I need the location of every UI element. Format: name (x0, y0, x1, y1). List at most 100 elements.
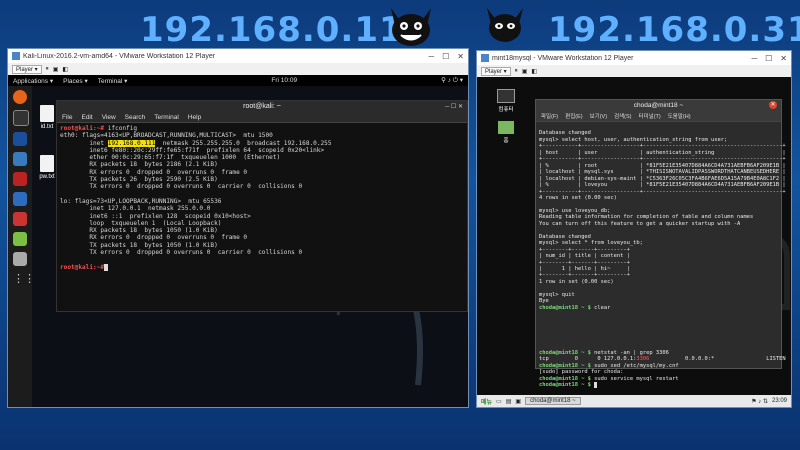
menu-file[interactable]: 파일(F) (541, 112, 558, 120)
files-icon[interactable]: ▤ (506, 398, 512, 405)
show-apps-icon[interactable]: ⋮⋮ (13, 272, 35, 286)
desktop-file-label: pw.txt (39, 174, 55, 180)
menu-view[interactable]: 보기(V) (590, 112, 607, 120)
terminal-line: eth0: flags=4163<UP,BROADCAST,RUNNING,MU… (60, 132, 273, 140)
menu-terminal[interactable]: Terminal (154, 114, 179, 121)
mint-taskbar: 메뉴 ▭ ▤ ▣ choda@mint18 ~ ⚑ ♪ ⇅ 23:09 (477, 395, 791, 407)
firefox-icon[interactable] (13, 90, 27, 104)
highlighted-ip: 192.168.0.111 (107, 139, 156, 147)
show-desktop-icon[interactable]: ▭ (496, 398, 502, 405)
minimize-icon[interactable]: ─ (751, 54, 757, 63)
mint-terminal-output[interactable]: Database changed mysql> select host, use… (536, 122, 786, 391)
taskbar-clock[interactable]: 23:09 (772, 398, 787, 404)
terminal-command: sudo xed /etc/mysql/my.cnf (590, 362, 679, 369)
menu-help[interactable]: 도움말(H) (668, 112, 691, 120)
desktop-computer[interactable]: 컴퓨터 (491, 89, 521, 113)
kali-vm-window[interactable]: Kali-Linux-2016.2-vm-amd64 - VMware Work… (7, 48, 469, 408)
menu-edit[interactable]: 편집(E) (565, 112, 582, 120)
close-icon[interactable]: ✕ (457, 52, 464, 61)
desktop-home[interactable]: 홈 (491, 121, 521, 144)
minimize-icon[interactable]: ─ (428, 52, 434, 61)
files-icon[interactable] (13, 252, 27, 266)
kali-terminal-title: root@kali: ~ (243, 103, 281, 110)
terminal-icon[interactable]: ▣ (515, 398, 521, 405)
kali-clock[interactable]: Fri 10:09 (137, 77, 431, 84)
terminal-lines-block: inet6 fe80::20c:29ff:fe65:f71f prefixlen… (60, 146, 325, 257)
mint-terminal-menubar: 파일(F) 편집(E) 보기(V) 검색(S) 터미널(T) 도움말(H) (536, 111, 781, 122)
kali-topbar: Applications ▾ Places ▾ Terminal ▾ Fri 1… (8, 75, 468, 86)
netstat-port: 3306 (636, 356, 650, 363)
terminal-lines-block: Database changed mysql> select host, use… (539, 130, 786, 305)
start-menu-button[interactable]: 메뉴 (481, 397, 492, 406)
applications-menu[interactable]: Applications ▾ (13, 77, 53, 85)
kali-vm-title: Kali-Linux-2016.2-vm-amd64 - VMware Work… (23, 52, 216, 60)
terminal-final-prompt: root@kali:~# (60, 263, 105, 271)
right-ip-title: 192.168.0.31 (548, 10, 800, 50)
vmware-logo-icon (481, 54, 489, 62)
menu-file[interactable]: File (62, 114, 72, 121)
menu-search[interactable]: 검색(S) (614, 112, 631, 120)
netstat-line: tcp 0 0 127.0.0.1: (539, 356, 637, 363)
home-folder-icon (498, 121, 514, 134)
leafpad-icon[interactable] (13, 232, 27, 246)
faraday-icon[interactable] (13, 212, 27, 226)
mint-vm-window[interactable]: mint18mysql - VMware Workstation 12 Play… (476, 50, 792, 408)
terminal-prompt: choda@mint18 ~ $ (539, 362, 591, 369)
window-controls-icon[interactable]: ─ ☐ ✕ (445, 103, 463, 110)
menu-search[interactable]: Search (125, 114, 146, 121)
system-tray-icons[interactable]: ⚲ ♪ ⏻ ▾ (441, 76, 463, 85)
unity-icon[interactable]: ◧ (531, 68, 537, 75)
pause-icon[interactable]: ⏸ (515, 68, 518, 75)
terminal-command: netstat -an | grep 3306 (590, 349, 669, 356)
menu-help[interactable]: Help (188, 114, 201, 121)
sudo-prompt-line: [sudo] password for choda: (539, 369, 624, 376)
kali-terminal-output[interactable]: root@kali:~# ifconfig eth0: flags=4163<U… (57, 123, 467, 273)
mint-terminal-titlebar[interactable]: choda@mint18 ~ ✕ (536, 100, 781, 111)
taskbar-terminal-button[interactable]: choda@mint18 ~ (525, 397, 581, 405)
tray-icons[interactable]: ⚑ ♪ ⇅ (751, 398, 768, 405)
terminal-command: sudo service mysql restart (590, 375, 679, 382)
terminal-app-menu[interactable]: Terminal ▾ (98, 77, 128, 85)
terminal-line-suffix: netmask 255.255.255.0 broadcast 192.168.… (155, 139, 332, 147)
pause-icon[interactable]: ⏸ (46, 66, 49, 73)
burpsuite-icon[interactable] (13, 172, 27, 186)
close-icon[interactable]: ✕ (780, 54, 787, 63)
desktop-icon-label: 컴퓨터 (498, 107, 514, 113)
menu-view[interactable]: View (102, 114, 116, 121)
mint-vm-titlebar[interactable]: mint18mysql - VMware Workstation 12 Play… (477, 51, 791, 65)
text-file-icon (40, 155, 54, 172)
terminal-command: clear (590, 304, 611, 311)
terminal-line-prefix: inet (60, 139, 108, 147)
kali-dock: ⋮⋮ (8, 86, 35, 407)
player-menu-button[interactable]: Player ▾ (12, 64, 42, 74)
metasploit-icon[interactable] (13, 132, 27, 146)
mint-terminal-window[interactable]: choda@mint18 ~ ✕ 파일(F) 편집(E) 보기(V) 검색(S)… (535, 99, 786, 389)
kali-terminal-menubar: File Edit View Search Terminal Help (57, 112, 467, 123)
kali-vm-titlebar[interactable]: Kali-Linux-2016.2-vm-amd64 - VMware Work… (8, 49, 468, 63)
vmware-logo-icon (12, 52, 20, 60)
kali-terminal-window[interactable]: root@kali: ~ ─ ☐ ✕ File Edit View Search… (56, 100, 468, 312)
black-cat-right-icon (487, 8, 523, 42)
unity-icon[interactable]: ◧ (62, 66, 68, 73)
terminal-prompt: root@kali:~# (60, 125, 105, 132)
close-icon[interactable]: ✕ (769, 101, 777, 109)
places-menu[interactable]: Places ▾ (63, 77, 88, 85)
maximize-icon[interactable]: ☐ (442, 52, 449, 61)
player-menu-button[interactable]: Player ▾ (481, 66, 511, 76)
terminal-icon[interactable] (13, 110, 29, 126)
send-ctrl-alt-del-icon[interactable]: ▣ (522, 68, 528, 75)
terminal-prompt: choda@mint18 ~ $ (539, 349, 591, 356)
maltego-icon[interactable] (13, 192, 27, 206)
maximize-icon[interactable]: ☐ (765, 54, 772, 63)
menu-terminal[interactable]: 터미널(T) (639, 112, 661, 120)
armitage-icon[interactable] (13, 152, 27, 166)
mint-terminal-title: choda@mint18 ~ (633, 102, 684, 109)
mint-vm-title: mint18mysql - VMware Workstation 12 Play… (492, 54, 634, 62)
desktop-icon-label: 홈 (503, 138, 509, 144)
mint-desktop: 컴퓨터 홈 choda@mint18 ~ ✕ 파일(F) 편집(E) 보기(V)… (477, 77, 791, 395)
kali-terminal-titlebar[interactable]: root@kali: ~ ─ ☐ ✕ (57, 101, 467, 112)
send-ctrl-alt-del-icon[interactable]: ▣ (53, 66, 59, 73)
black-cat-left-icon (391, 8, 431, 46)
menu-edit[interactable]: Edit (81, 114, 92, 121)
terminal-prompt: choda@mint18 ~ $ (539, 375, 591, 382)
